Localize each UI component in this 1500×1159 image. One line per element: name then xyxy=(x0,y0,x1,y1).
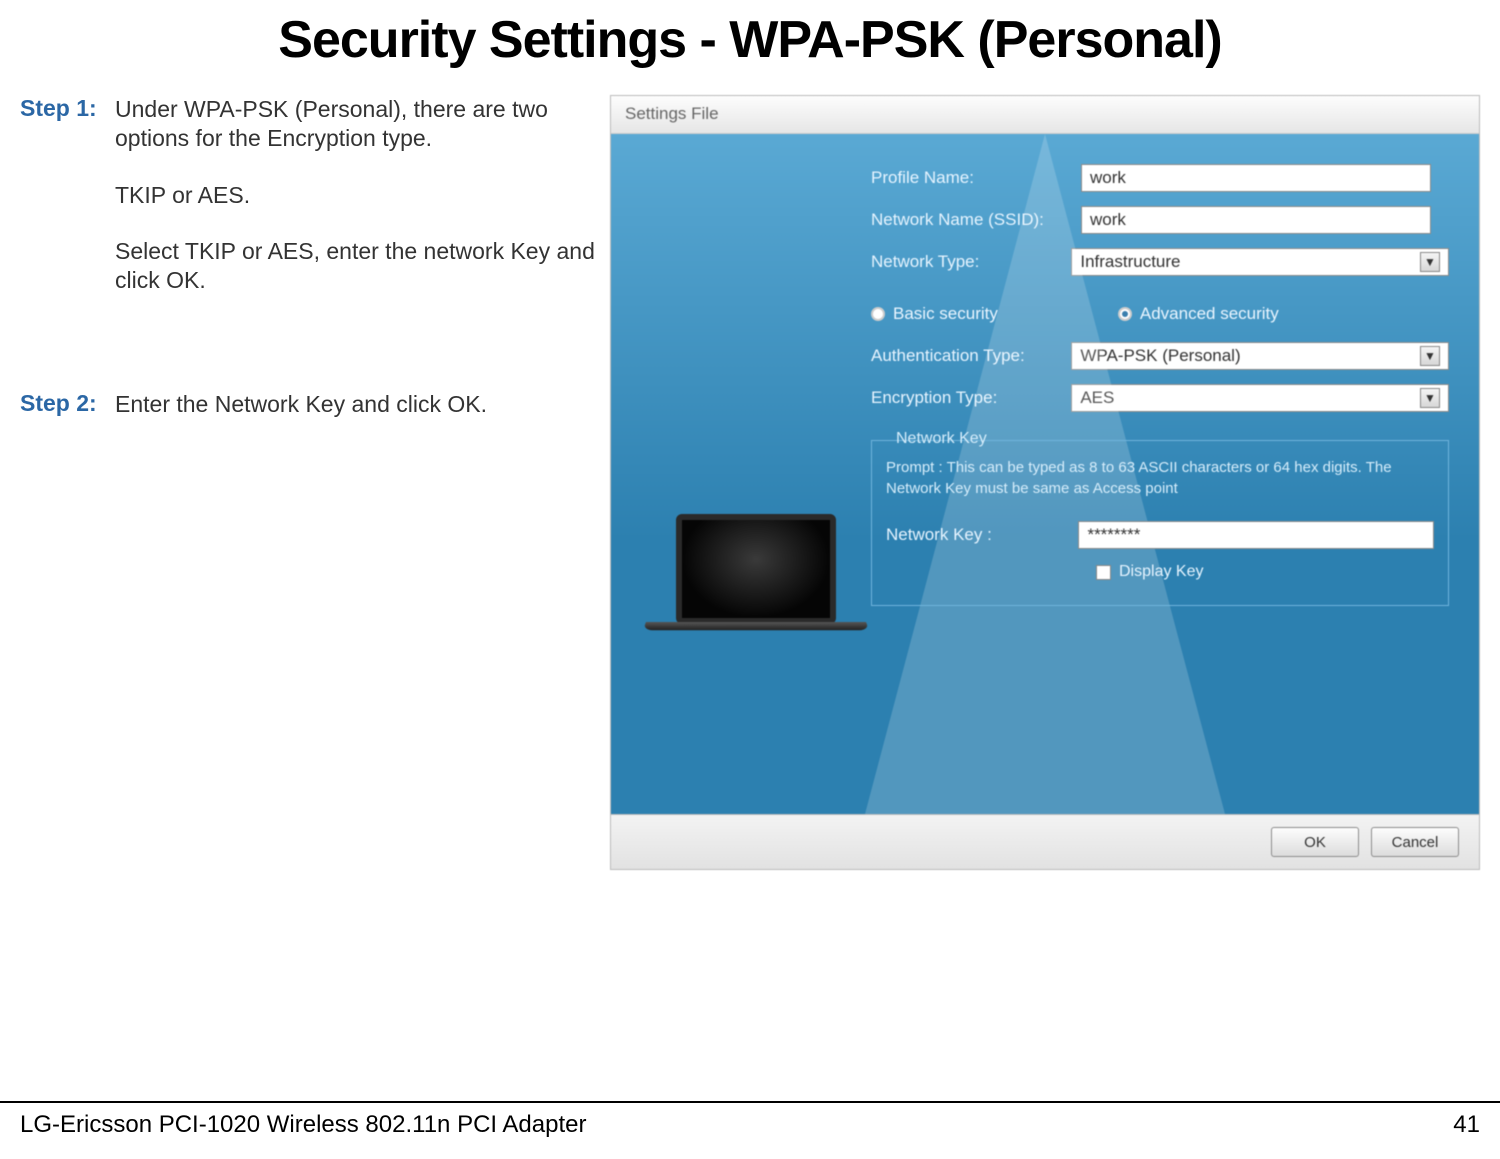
network-type-value: Infrastructure xyxy=(1080,252,1180,272)
display-key-checkbox[interactable]: Display Key xyxy=(1096,563,1434,581)
step-2-label: Step 2: xyxy=(20,390,115,419)
network-type-label: Network Type: xyxy=(871,252,1071,272)
step-1-p1: Under WPA-PSK (Personal), there are two … xyxy=(115,95,595,153)
laptop-illustration xyxy=(641,514,871,704)
step-1-p2: TKIP or AES. xyxy=(115,181,595,210)
radio-icon xyxy=(1118,307,1132,321)
page-title: Security Settings - WPA-PSK (Personal) xyxy=(0,0,1500,95)
enc-type-select[interactable]: AES ▼ xyxy=(1071,384,1449,412)
step-1: Step 1: Under WPA-PSK (Personal), there … xyxy=(20,95,595,295)
security-mode-row: Basic security Advanced security xyxy=(871,304,1449,324)
basic-security-label: Basic security xyxy=(893,304,998,324)
laptop-screen-icon xyxy=(676,514,836,624)
advanced-security-radio[interactable]: Advanced security xyxy=(1118,304,1279,324)
footer-product: LG-Ericsson PCI-1020 Wireless 802.11n PC… xyxy=(20,1111,586,1139)
network-key-input[interactable] xyxy=(1078,521,1434,549)
profile-name-label: Profile Name: xyxy=(871,168,1081,188)
auth-type-select[interactable]: WPA-PSK (Personal) ▼ xyxy=(1071,342,1449,370)
laptop-base-icon xyxy=(643,622,869,630)
network-key-group: Network Key Prompt : This can be typed a… xyxy=(871,440,1449,606)
chevron-down-icon: ▼ xyxy=(1420,388,1440,408)
step-2: Step 2: Enter the Network Key and click … xyxy=(20,390,595,419)
basic-security-radio[interactable]: Basic security xyxy=(871,304,998,324)
radio-icon xyxy=(871,307,885,321)
chevron-down-icon: ▼ xyxy=(1420,252,1440,272)
network-key-legend: Network Key xyxy=(890,430,993,448)
network-key-prompt: Prompt : This can be typed as 8 to 63 AS… xyxy=(886,457,1434,499)
page-footer: LG-Ericsson PCI-1020 Wireless 802.11n PC… xyxy=(0,1101,1500,1139)
step-1-p3: Select TKIP or AES, enter the network Ke… xyxy=(115,237,595,295)
step-1-body: Under WPA-PSK (Personal), there are two … xyxy=(115,95,595,295)
enc-type-label: Encryption Type: xyxy=(871,388,1071,408)
ok-button[interactable]: OK xyxy=(1271,827,1359,857)
cancel-button[interactable]: Cancel xyxy=(1371,827,1459,857)
ssid-input[interactable] xyxy=(1081,206,1431,234)
step-1-label: Step 1: xyxy=(20,95,115,295)
dialog-footer: OK Cancel xyxy=(611,814,1479,869)
dialog-titlebar: Settings File xyxy=(611,96,1479,134)
profile-name-input[interactable] xyxy=(1081,164,1431,192)
steps-column: Step 1: Under WPA-PSK (Personal), there … xyxy=(20,95,610,870)
display-key-label: Display Key xyxy=(1119,563,1203,581)
page-number: 41 xyxy=(1453,1111,1480,1139)
advanced-security-label: Advanced security xyxy=(1140,304,1279,324)
network-type-select[interactable]: Infrastructure ▼ xyxy=(1071,248,1449,276)
step-2-p1: Enter the Network Key and click OK. xyxy=(115,390,487,419)
dialog-body: Profile Name: Network Name (SSID): Netwo… xyxy=(611,134,1479,814)
chevron-down-icon: ▼ xyxy=(1420,346,1440,366)
network-key-label: Network Key : xyxy=(886,525,1078,545)
enc-type-value: AES xyxy=(1080,388,1114,408)
checkbox-icon xyxy=(1096,565,1111,580)
ssid-label: Network Name (SSID): xyxy=(871,210,1081,230)
auth-type-value: WPA-PSK (Personal) xyxy=(1080,346,1240,366)
step-2-body: Enter the Network Key and click OK. xyxy=(115,390,487,419)
settings-dialog: Settings File Profile Name: Network Name… xyxy=(610,95,1480,870)
auth-type-label: Authentication Type: xyxy=(871,346,1071,366)
